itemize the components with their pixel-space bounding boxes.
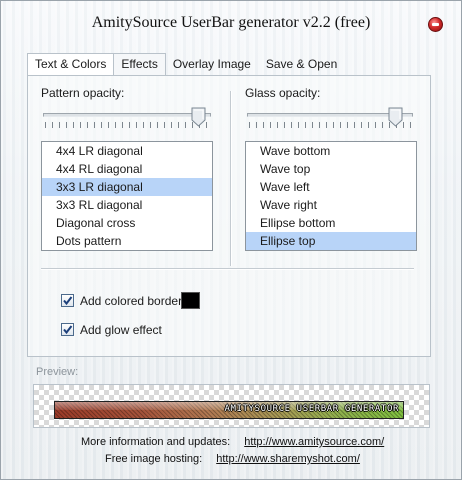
section-divider-horizontal [41,268,414,270]
pattern-opacity-slider-track[interactable] [43,113,211,117]
close-button[interactable] [428,17,443,32]
info-line: More information and updates: http://www.… [81,436,384,448]
glass-opacity-label: Glass opacity: [245,86,321,100]
border-checkbox[interactable] [61,294,74,307]
pattern-item-selected[interactable]: 3x3 LR diagonal [42,178,212,196]
hosting-label: Free image hosting: [105,453,203,465]
pattern-opacity-slider-thumb[interactable] [191,107,206,127]
info-label: More information and updates: [81,436,231,448]
tab-save-open[interactable]: Save & Open [258,53,345,75]
pattern-opacity-label: Pattern opacity: [41,86,125,100]
glow-checkbox-label[interactable]: Add glow effect [80,323,162,337]
tab-effects[interactable]: Effects [113,53,166,75]
amitysource-link[interactable]: http://www.amitysource.com/ [244,436,384,448]
glass-item-selected[interactable]: Ellipse top [246,232,416,250]
border-checkbox-label[interactable]: Add colored border: [80,294,185,308]
preview-area: AMITYSOURCE USERBAR GENERATOR [33,384,430,428]
glass-item[interactable]: Wave top [246,160,416,178]
section-divider-vertical [230,91,232,266]
userbar-text: AMITYSOURCE USERBAR GENERATOR [224,404,399,414]
userbar-preview: AMITYSOURCE USERBAR GENERATOR [54,401,404,419]
pattern-item[interactable]: 4x4 RL diagonal [42,160,212,178]
pattern-item[interactable]: 4x4 LR diagonal [42,142,212,160]
tab-text-colors[interactable]: Text & Colors [27,53,115,75]
glass-item[interactable]: Ellipse bottom [246,214,416,232]
app-window: AmitySource UserBar generator v2.2 (free… [0,0,462,480]
glass-list[interactable]: Wave bottom Wave top Wave left Wave righ… [245,141,417,251]
tab-overlay-image[interactable]: Overlay Image [165,53,259,75]
glass-item[interactable]: Wave right [246,196,416,214]
preview-label: Preview: [36,366,79,378]
window-title: AmitySource UserBar generator v2.2 (free… [91,14,371,31]
pattern-list[interactable]: 4x4 LR diagonal 4x4 RL diagonal 3x3 LR d… [41,141,213,251]
glass-opacity-slider-thumb[interactable] [388,107,403,127]
checkmark-icon [63,325,73,335]
sharemyshot-link[interactable]: http://www.sharemyshot.com/ [216,453,360,465]
hosting-line: Free image hosting: http://www.sharemysho… [105,453,360,465]
border-color-swatch[interactable] [181,292,200,309]
pattern-item[interactable]: 3x3 RL diagonal [42,196,212,214]
pattern-item[interactable]: Dots pattern [42,232,212,250]
glow-checkbox[interactable] [61,323,74,336]
glass-item[interactable]: Wave left [246,178,416,196]
glass-item[interactable]: Wave bottom [246,142,416,160]
checkmark-icon [63,296,73,306]
tab-bar: Text & Colors Effects Overlay Image Save… [27,53,344,75]
pattern-opacity-slider-ticks [45,122,210,128]
title-bar[interactable]: AmitySource UserBar generator v2.2 (free… [1,1,461,37]
pattern-item[interactable]: Diagonal cross [42,214,212,232]
